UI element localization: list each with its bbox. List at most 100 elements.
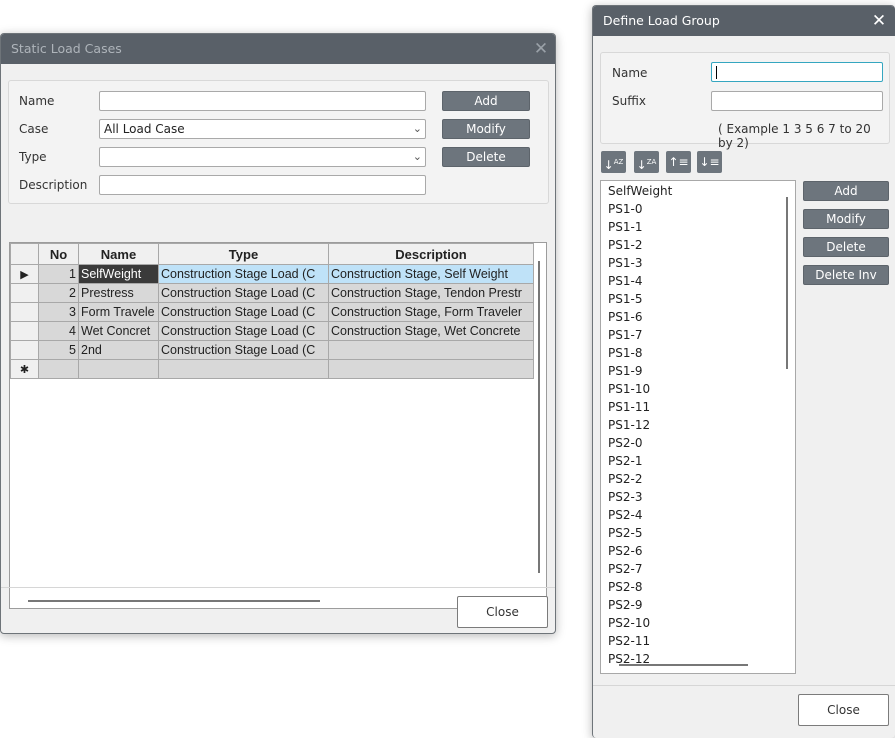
list-item[interactable]: PS1-4 <box>601 272 795 290</box>
list-item[interactable]: PS1-7 <box>601 326 795 344</box>
sort-ascending-icon[interactable]: ↓AZ <box>601 151 626 173</box>
list-item[interactable]: PS2-9 <box>601 596 795 614</box>
cell-name[interactable]: Wet Concret <box>78 321 159 341</box>
static-load-cases-dialog: Static Load Cases ✕ Name Case All Load C… <box>0 33 556 634</box>
list-item[interactable]: PS2-1 <box>601 452 795 470</box>
list-item[interactable]: PS1-8 <box>601 344 795 362</box>
cell-type[interactable]: Construction Stage Load (C <box>158 321 329 341</box>
row-selector-arrow-icon[interactable]: ▶ <box>10 264 39 284</box>
move-down-icon[interactable]: ↓≡ <box>697 151 722 173</box>
cell-name[interactable] <box>78 359 159 379</box>
cell-type[interactable]: Construction Stage Load (C <box>158 340 329 360</box>
table-row[interactable]: 4 Wet Concret Construction Stage Load (C… <box>10 321 534 341</box>
list-item[interactable]: PS2-4 <box>601 506 795 524</box>
table-row[interactable]: 2 Prestress Construction Stage Load (C C… <box>10 283 534 303</box>
cell-type[interactable]: Construction Stage Load (C <box>158 283 329 303</box>
sort-descending-icon[interactable]: ↓ZA <box>634 151 659 173</box>
list-item[interactable]: PS2-10 <box>601 614 795 632</box>
name-input[interactable] <box>99 91 426 111</box>
dialog-titlebar[interactable]: Define Load Group ✕ <box>593 6 895 36</box>
delete-inv-button[interactable]: Delete Inv <box>803 265 889 285</box>
column-header-type[interactable]: Type <box>158 243 329 265</box>
list-item[interactable]: PS1-1 <box>601 218 795 236</box>
case-select[interactable]: All Load Case ⌄ <box>99 119 426 139</box>
list-item[interactable]: PS1-3 <box>601 254 795 272</box>
delete-button[interactable]: Delete <box>803 237 889 257</box>
close-icon[interactable]: ✕ <box>531 39 551 59</box>
modify-button[interactable]: Modify <box>442 119 530 139</box>
cell-type[interactable] <box>158 359 329 379</box>
list-item[interactable]: PS2-3 <box>601 488 795 506</box>
row-selector[interactable] <box>10 321 39 341</box>
close-button[interactable]: Close <box>798 694 889 726</box>
cell-description[interactable] <box>328 359 534 379</box>
list-item[interactable]: SelfWeight <box>601 182 795 200</box>
table-row[interactable]: ▶ 1 SelfWeight Construction Stage Load (… <box>10 264 534 284</box>
vertical-scrollbar[interactable] <box>538 261 540 573</box>
move-up-icon[interactable]: ↑≡ <box>666 151 691 173</box>
column-header-name[interactable]: Name <box>78 243 159 265</box>
list-item[interactable]: PS1-9 <box>601 362 795 380</box>
load-group-list[interactable]: SelfWeight PS1-0 PS1-1 PS1-2 PS1-3 PS1-4 PS1-5… <box>600 180 796 674</box>
cell-name[interactable]: 2nd <box>78 340 159 360</box>
modify-button[interactable]: Modify <box>803 209 889 229</box>
column-header-no[interactable]: No <box>38 243 79 265</box>
description-input[interactable] <box>99 175 426 195</box>
new-table-row[interactable]: ✱ <box>10 359 534 379</box>
list-item[interactable]: PS2-11 <box>601 632 795 650</box>
cell-no[interactable]: 1 <box>38 264 79 284</box>
horizontal-scrollbar[interactable] <box>28 600 320 602</box>
new-row-asterisk-icon[interactable]: ✱ <box>10 359 39 379</box>
list-item[interactable]: PS2-7 <box>601 560 795 578</box>
group-form-panel: Name Suffix ( Example 1 3 5 6 7 to 20 by… <box>600 52 890 150</box>
list-item[interactable]: PS1-10 <box>601 380 795 398</box>
load-cases-table: No Name Type Description ▶ 1 SelfWeight … <box>10 243 534 379</box>
row-selector[interactable] <box>10 283 39 303</box>
table-row[interactable]: 5 2nd Construction Stage Load (C <box>10 340 534 360</box>
load-cases-grid: No Name Type Description ▶ 1 SelfWeight … <box>9 242 547 609</box>
cell-no[interactable]: 4 <box>38 321 79 341</box>
cell-no[interactable]: 2 <box>38 283 79 303</box>
cell-description[interactable]: Construction Stage, Wet Concrete <box>328 321 534 341</box>
cell-type[interactable]: Construction Stage Load (C <box>158 302 329 322</box>
row-selector[interactable] <box>10 340 39 360</box>
group-name-input[interactable] <box>711 62 883 82</box>
cell-name[interactable]: Prestress <box>78 283 159 303</box>
list-item[interactable]: PS2-5 <box>601 524 795 542</box>
list-item[interactable]: PS2-8 <box>601 578 795 596</box>
delete-button[interactable]: Delete <box>442 147 530 167</box>
list-item[interactable]: PS1-6 <box>601 308 795 326</box>
list-item[interactable]: PS2-0 <box>601 434 795 452</box>
row-selector[interactable] <box>10 302 39 322</box>
list-item[interactable]: PS1-12 <box>601 416 795 434</box>
cell-name[interactable]: SelfWeight <box>78 264 159 284</box>
dialog-titlebar[interactable]: Static Load Cases ✕ <box>1 34 555 64</box>
dialog-title: Define Load Group <box>603 13 720 28</box>
cell-description[interactable] <box>328 340 534 360</box>
list-item[interactable]: PS1-5 <box>601 290 795 308</box>
vertical-scrollbar[interactable] <box>786 197 788 369</box>
column-header-description[interactable]: Description <box>328 243 534 265</box>
close-button[interactable]: Close <box>457 596 548 628</box>
table-row[interactable]: 3 Form Travele Construction Stage Load (… <box>10 302 534 322</box>
cell-description[interactable]: Construction Stage, Form Traveler <box>328 302 534 322</box>
close-icon[interactable]: ✕ <box>869 11 889 31</box>
cell-no[interactable]: 3 <box>38 302 79 322</box>
cell-no[interactable] <box>38 359 79 379</box>
cell-type[interactable]: Construction Stage Load (C <box>158 264 329 284</box>
cell-description[interactable]: Construction Stage, Self Weight <box>328 264 534 284</box>
list-item[interactable]: PS1-11 <box>601 398 795 416</box>
list-item[interactable]: PS2-6 <box>601 542 795 560</box>
cell-description[interactable]: Construction Stage, Tendon Prestr <box>328 283 534 303</box>
list-item[interactable]: PS1-0 <box>601 200 795 218</box>
add-button[interactable]: Add <box>442 91 530 111</box>
list-item[interactable]: PS1-2 <box>601 236 795 254</box>
type-select[interactable]: ⌄ <box>99 147 426 167</box>
cell-name[interactable]: Form Travele <box>78 302 159 322</box>
suffix-input[interactable] <box>711 91 883 111</box>
description-label: Description <box>19 178 88 192</box>
horizontal-scrollbar[interactable] <box>619 664 748 666</box>
add-button[interactable]: Add <box>803 181 889 201</box>
list-item[interactable]: PS2-2 <box>601 470 795 488</box>
cell-no[interactable]: 5 <box>38 340 79 360</box>
